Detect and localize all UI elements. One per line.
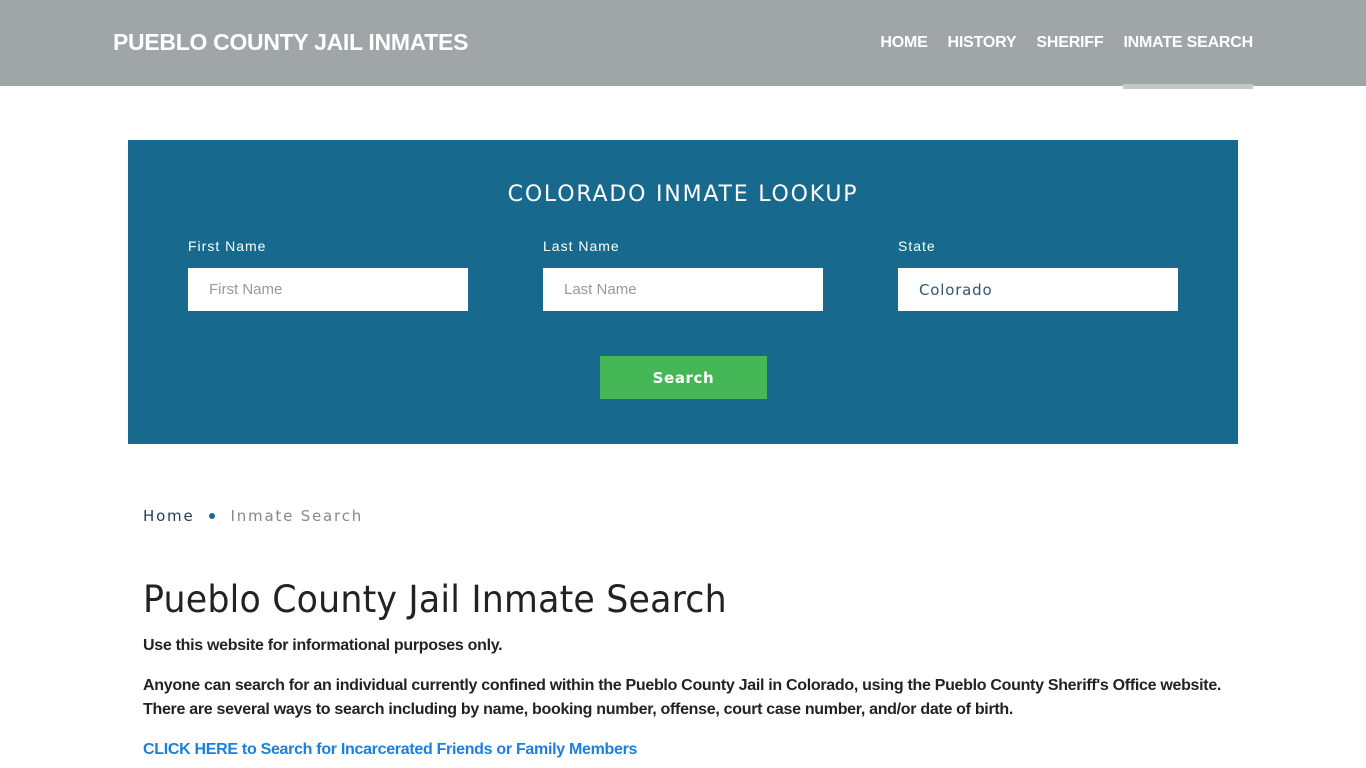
description-text: Anyone can search for an individual curr… — [143, 677, 1222, 718]
inmate-lookup-form: COLORADO INMATE LOOKUP First Name Last N… — [128, 140, 1238, 444]
nav-sheriff[interactable]: SHERIFF — [1036, 0, 1103, 89]
first-name-group: First Name — [188, 238, 468, 311]
breadcrumb-current: Inmate Search — [230, 507, 364, 525]
state-group: State Colorado — [898, 238, 1178, 311]
page-title: Pueblo County Jail Inmate Search — [143, 578, 727, 621]
site-header: PUEBLO COUNTY JAIL INMATES HOME HISTORY … — [0, 0, 1366, 89]
search-button[interactable]: Search — [600, 356, 767, 399]
state-label: State — [898, 238, 936, 254]
breadcrumb-separator-icon — [208, 513, 215, 519]
last-name-input[interactable] — [543, 268, 823, 311]
nav-home[interactable]: HOME — [880, 0, 927, 89]
main-nav: HOME HISTORY SHERIFF INMATE SEARCH — [860, 0, 1253, 89]
first-name-label: First Name — [188, 238, 267, 254]
lookup-title: COLORADO INMATE LOOKUP — [507, 182, 859, 207]
state-select[interactable]: Colorado — [898, 268, 1178, 311]
disclaimer-text: Use this website for informational purpo… — [143, 637, 503, 654]
first-name-input[interactable] — [188, 268, 468, 311]
breadcrumb-home[interactable]: Home — [143, 507, 195, 525]
last-name-group: Last Name — [543, 238, 823, 311]
breadcrumb: Home Inmate Search — [143, 507, 363, 525]
search-friends-link[interactable]: CLICK HERE to Search for Incarcerated Fr… — [143, 738, 637, 762]
last-name-label: Last Name — [543, 238, 620, 254]
nav-history[interactable]: HISTORY — [948, 0, 1017, 89]
site-brand[interactable]: PUEBLO COUNTY JAIL INMATES — [113, 29, 468, 56]
nav-inmate-search[interactable]: INMATE SEARCH — [1123, 0, 1253, 89]
